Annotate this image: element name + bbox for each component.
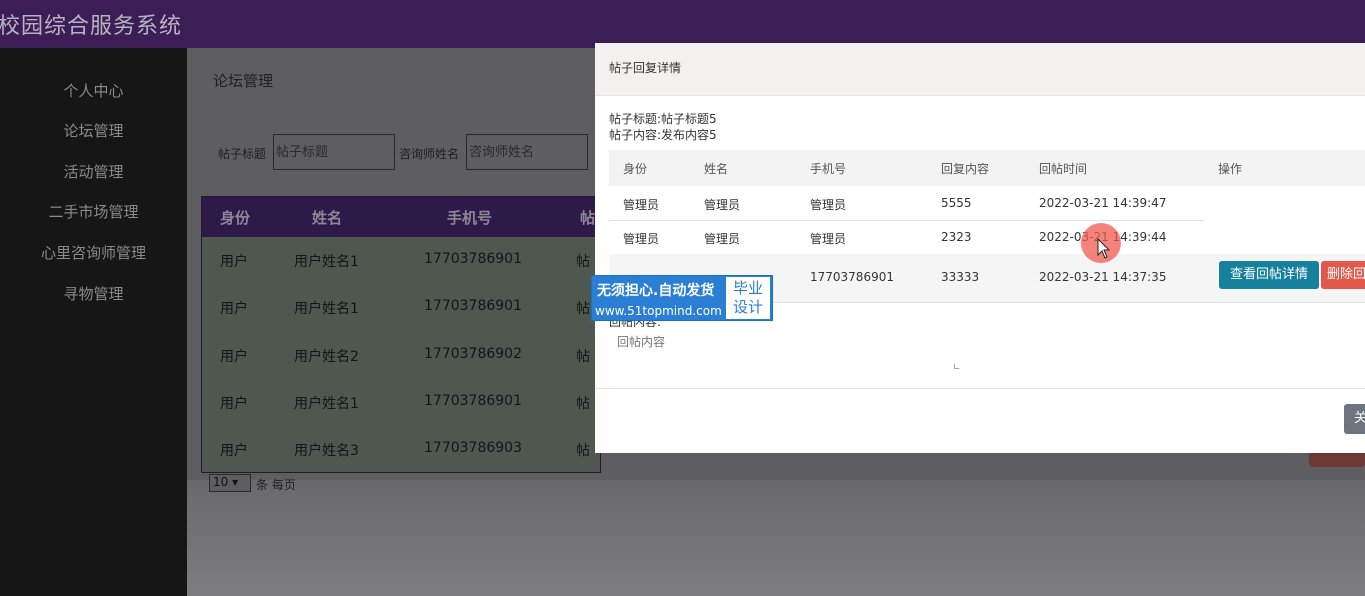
post-content-info: 帖子内容:发布内容5 <box>609 128 717 142</box>
reply-table-header: 身份 姓名 手机号 回复内容 回帖时间 操作 <box>609 150 1365 186</box>
consultant-name-label: 咨询师姓名 <box>399 147 460 161</box>
column-header: 手机号 <box>810 162 847 176</box>
main-bottom-shade <box>187 480 1365 596</box>
table-cell: 用户 <box>220 349 248 365</box>
reply-cell: 管理员 <box>704 198 741 212</box>
sidebar-item-second-hand[interactable]: 二手市场管理 <box>0 201 187 222</box>
column-header: 姓名 <box>704 162 729 176</box>
table-cell: 用户 <box>220 301 248 317</box>
sidebar-item-activity[interactable]: 活动管理 <box>0 161 187 182</box>
chevron-down-icon: ▾ <box>232 475 239 489</box>
reply-cell: 管理员 <box>623 198 660 212</box>
table-cell: 17703786901 <box>424 251 522 267</box>
table-cell: 帖 <box>576 349 590 365</box>
table-cell: 用户姓名3 <box>294 443 359 459</box>
modal-title: 帖子回复详情 <box>609 61 682 75</box>
sidebar-item-lost-found[interactable]: 寻物管理 <box>0 283 187 304</box>
post-title-label: 帖子标题 <box>218 147 267 161</box>
watermark-slogan: 无须担心.自动发货 <box>597 283 715 299</box>
table-cell: 用户姓名2 <box>294 349 359 365</box>
page-size-select[interactable]: 10 ▾ <box>209 474 251 492</box>
sidebar-item-consultant[interactable]: 心里咨询师管理 <box>0 242 187 263</box>
watermark-banner: 无须担心.自动发货 www.51topmind.com 毕业 设计 <box>591 275 773 321</box>
reply-cell: 17703786901 <box>810 270 894 284</box>
app-title: 校园综合服务系统 <box>0 14 183 39</box>
table-cell: 17703786902 <box>424 346 522 362</box>
page-size-suffix: 条 每页 <box>256 478 296 492</box>
watermark-badge-line1: 毕业 <box>732 279 763 297</box>
mouse-pointer-icon <box>1097 238 1111 259</box>
reply-cell: 2323 <box>941 230 972 244</box>
page-size-value: 10 <box>213 475 229 489</box>
watermark-badge: 毕业 设计 <box>726 277 770 319</box>
view-reply-detail-button[interactable]: 查看回帖详情 <box>1219 261 1319 289</box>
sidebar: 个人中心 论坛管理 活动管理 二手市场管理 心里咨询师管理 寻物管理 <box>0 48 187 596</box>
resize-handle-icon[interactable]: ∟ <box>953 363 961 373</box>
column-header: 回复内容 <box>941 162 990 176</box>
sidebar-item-forum[interactable]: 论坛管理 <box>0 120 187 141</box>
column-header: 操作 <box>1218 162 1243 176</box>
top-bar: 校园综合服务系统 <box>0 0 1365 48</box>
forum-table: 身份 姓名 手机号 帖 用户 用户姓名1 17703786901 帖 用户 用户… <box>201 196 601 473</box>
watermark-url: www.51topmind.com <box>595 304 722 318</box>
table-cell: 用户 <box>220 443 248 459</box>
column-header: 手机号 <box>447 209 493 227</box>
table-cell: 用户姓名1 <box>294 301 359 317</box>
sidebar-item-personal-center[interactable]: 个人中心 <box>0 80 187 101</box>
reply-cell: 2022-03-21 14:39:47 <box>1039 196 1167 210</box>
page-title: 论坛管理 <box>213 72 274 90</box>
column-header: 姓名 <box>312 209 343 227</box>
watermark-badge-line2: 设计 <box>732 298 763 316</box>
reply-cell: 管理员 <box>623 232 660 246</box>
column-header: 回帖时间 <box>1039 162 1088 176</box>
reply-cell: 5555 <box>941 196 972 210</box>
table-cell: 用户姓名1 <box>294 254 359 270</box>
table-cell: 用户 <box>220 396 248 412</box>
modal-footer-divider <box>595 388 1365 389</box>
table-cell: 17703786901 <box>424 393 522 409</box>
table-cell: 帖 <box>576 443 590 459</box>
reply-cell: 33333 <box>941 270 980 284</box>
post-title-info: 帖子标题:帖子标题5 <box>609 112 717 126</box>
post-title-input[interactable]: 帖子标题 <box>273 134 395 170</box>
consultant-name-input[interactable]: 咨询师姓名 <box>466 134 588 170</box>
table-cell: 用户姓名1 <box>294 396 359 412</box>
reply-cell: 管理员 <box>810 232 847 246</box>
table-cell: 17703786903 <box>424 440 522 456</box>
table-cell: 帖 <box>576 396 590 412</box>
reply-cell: 2022-03-21 14:37:35 <box>1039 270 1167 284</box>
table-header: 身份 姓名 手机号 帖 <box>202 197 600 237</box>
reply-row[interactable]: 管理员 管理员 管理员 5555 2022-03-21 14:39:47 <box>609 186 1205 221</box>
reply-content-textarea[interactable] <box>609 327 963 375</box>
table-cell: 17703786901 <box>424 298 522 314</box>
table-cell: 帖 <box>576 254 590 270</box>
column-header: 帖 <box>580 209 596 227</box>
reply-detail-modal: 帖子回复详情 帖子标题:帖子标题5 帖子内容:发布内容5 身份 姓名 手机号 回… <box>595 43 1365 453</box>
table-cell: 用户 <box>220 254 248 270</box>
delete-reply-button[interactable]: 删除回 <box>1321 261 1365 289</box>
close-button[interactable]: 关 <box>1344 404 1365 434</box>
reply-cell: 管理员 <box>810 198 847 212</box>
background-delete-button <box>1309 453 1365 467</box>
table-cell: 帖 <box>576 301 590 317</box>
reply-cell: 管理员 <box>704 232 741 246</box>
modal-header: 帖子回复详情 <box>595 43 1365 96</box>
column-header: 身份 <box>623 162 648 176</box>
column-header: 身份 <box>220 209 251 227</box>
